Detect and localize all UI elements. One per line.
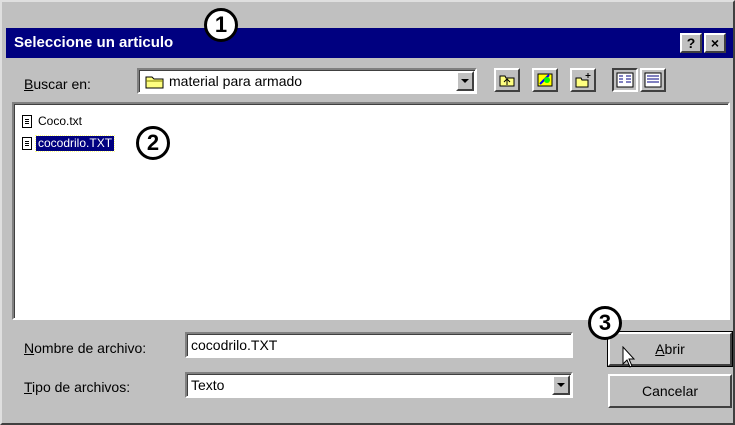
details-view-icon — [644, 72, 662, 88]
filetype-label: Tipo de archivos: — [24, 379, 131, 395]
filename-input[interactable]: cocodrilo.TXT — [185, 332, 573, 358]
cancel-button[interactable]: Cancelar — [608, 374, 732, 408]
callout-3: 3 — [588, 306, 622, 340]
file-name: cocodrilo.TXT — [34, 135, 116, 152]
filename-label: Nombre de archivo: — [24, 340, 147, 356]
new-folder-icon — [575, 73, 591, 88]
list-view-button[interactable] — [612, 68, 638, 92]
desktop-icon — [537, 73, 553, 87]
mouse-pointer-icon — [622, 346, 636, 368]
folder-icon — [145, 76, 164, 89]
filetype-combo[interactable]: Texto — [185, 372, 573, 398]
up-folder-button[interactable] — [494, 68, 520, 92]
file-list[interactable]: Coco.txt cocodrilo.TXT — [12, 102, 730, 320]
desktop-button[interactable] — [532, 68, 558, 92]
dialog-title: Seleccione un articulo — [14, 34, 174, 51]
details-view-button[interactable] — [640, 68, 666, 92]
file-name: Coco.txt — [38, 114, 83, 128]
open-file-dialog: Seleccione un articulo ? × Buscar en: ma… — [0, 0, 735, 425]
look-in-dropdown-button[interactable] — [456, 71, 474, 91]
filetype-value: Texto — [191, 377, 225, 393]
new-folder-button[interactable] — [570, 68, 596, 92]
look-in-label: Buscar en: — [24, 76, 91, 92]
look-in-value: material para armado — [169, 73, 303, 89]
text-file-icon — [22, 115, 32, 128]
list-view-icon — [616, 72, 634, 88]
look-in-combo[interactable]: material para armado — [137, 68, 477, 94]
callout-1: 1 — [204, 8, 238, 42]
filetype-dropdown-button[interactable] — [552, 375, 570, 395]
help-button[interactable]: ? — [680, 33, 702, 53]
title-bar[interactable]: Seleccione un articulo ? × — [6, 28, 733, 58]
filename-value: cocodrilo.TXT — [191, 337, 278, 353]
callout-2: 2 — [136, 126, 170, 160]
close-button[interactable]: × — [704, 33, 726, 53]
up-folder-icon — [499, 75, 515, 87]
text-file-icon — [22, 137, 32, 150]
